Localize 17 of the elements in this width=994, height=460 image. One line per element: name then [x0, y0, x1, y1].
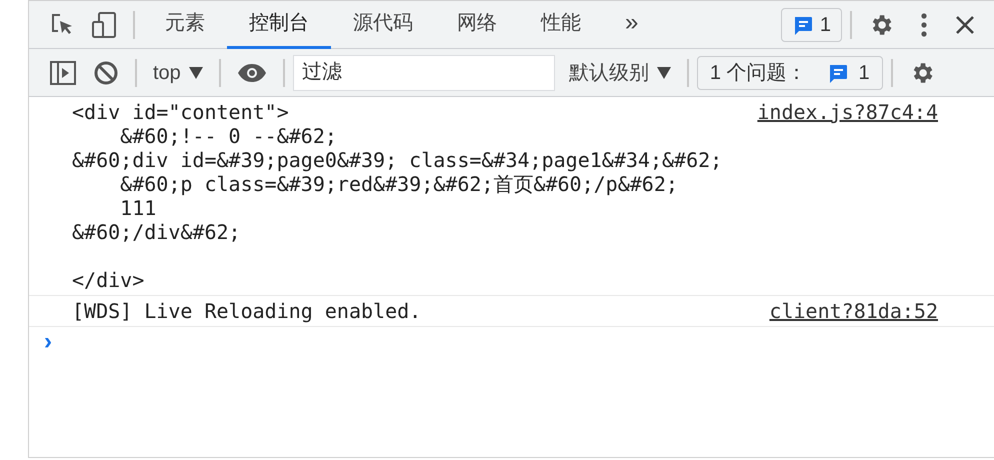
caret-icon — [188, 66, 203, 78]
caret-icon — [656, 66, 671, 78]
panel-tab[interactable]: 网络 — [435, 0, 519, 48]
context-dropdown[interactable]: top — [145, 58, 211, 88]
panel-tab[interactable]: 源代码 — [331, 0, 435, 48]
panel-tab[interactable]: 性能 — [519, 0, 603, 48]
filter-field[interactable]: 过滤 — [292, 54, 555, 90]
console-message: <div id="content"> &#60;!-- 0 --&#62; &#60;div id=&#39;page0&#39; class=&#34;page1&#34;&#62; &#60;p class=&#39;red&#39;&#62;首页&#60;/p&#62; 111 &#60;/div&#62; </div> — [72, 100, 722, 292]
issues-button[interactable]: 1 个问题： 1 — [696, 56, 883, 90]
more-tabs-button[interactable]: » — [603, 0, 660, 48]
log-levels-dropdown[interactable]: 默认级别 — [560, 58, 679, 88]
console-prompt-icon: › — [44, 328, 52, 355]
issues-button[interactable]: 1 — [780, 8, 842, 42]
source-link[interactable]: index.js?87c4:4 — [757, 100, 938, 292]
source-link[interactable]: client?81da:52 — [769, 299, 938, 323]
panel-tab[interactable]: 元素 — [143, 0, 227, 48]
console-message: [WDS] Live Reloading enabled. — [72, 299, 422, 323]
